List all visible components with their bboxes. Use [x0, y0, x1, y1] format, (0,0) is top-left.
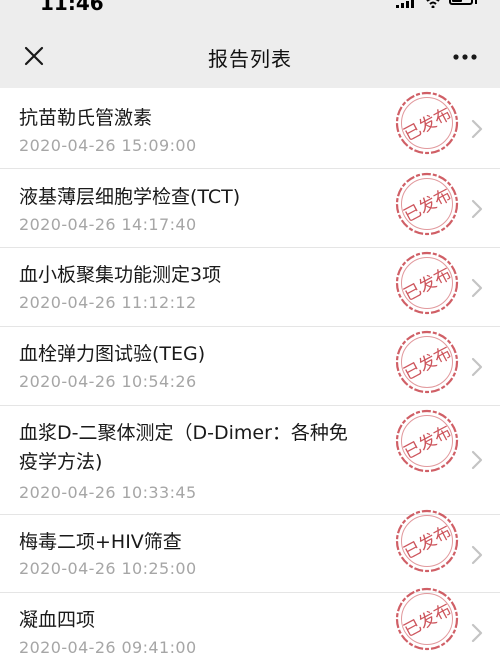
report-date: 2020-04-26 14:17:40 [19, 215, 197, 234]
list-item[interactable]: 液基薄层细胞学检查(TCT) 2020-04-26 14:17:40 已发布 [0, 169, 500, 248]
list-item[interactable]: 凝血四项 2020-04-26 09:41:00 已发布 [0, 593, 500, 671]
report-title-line2: 疫学方法) [19, 451, 103, 473]
published-stamp-icon: 已发布 [394, 408, 460, 474]
report-date: 2020-04-26 10:25:00 [19, 559, 197, 578]
report-title: 血栓弹力图试验(TEG) [19, 343, 206, 365]
list-item[interactable]: 血小板聚集功能测定3项 2020-04-26 11:12:12 已发布 [0, 248, 500, 327]
report-title: 血小板聚集功能测定3项 [19, 264, 222, 286]
battery-cap [475, 0, 477, 4]
report-date: 2020-04-26 15:09:00 [19, 136, 197, 155]
chevron-right-icon [470, 450, 484, 470]
list-item[interactable]: 血栓弹力图试验(TEG) 2020-04-26 10:54:26 已发布 [0, 327, 500, 406]
report-title: 液基薄层细胞学检查(TCT) [19, 186, 241, 208]
published-stamp-icon: 已发布 [394, 171, 460, 237]
published-stamp-icon: 已发布 [394, 329, 460, 395]
published-stamp-icon: 已发布 [394, 586, 460, 652]
report-title: 凝血四项 [19, 609, 96, 631]
status-bar: 11:46 [0, 0, 500, 14]
published-stamp-icon: 已发布 [394, 250, 460, 316]
report-date: 2020-04-26 10:33:45 [19, 483, 197, 502]
chevron-right-icon [470, 119, 484, 139]
chevron-right-icon [470, 623, 484, 643]
list-item[interactable]: 抗苗勒氏管激素 2020-04-26 15:09:00 已发布 [0, 88, 500, 169]
published-stamp-icon: 已发布 [394, 90, 460, 156]
report-title: 抗苗勒氏管激素 [19, 107, 153, 129]
report-title: 梅毒二项+HIV筛查 [19, 531, 182, 553]
report-title-line1: 血浆D-二聚体测定（D-Dimer：各种免 [19, 422, 348, 444]
chevron-right-icon [470, 357, 484, 377]
signal-icon [396, 0, 414, 8]
page-title: 报告列表 [208, 47, 292, 71]
battery-icon [449, 0, 473, 5]
wifi-icon [426, 0, 440, 8]
report-date: 2020-04-26 10:54:26 [19, 372, 197, 391]
chevron-right-icon [470, 545, 484, 565]
chevron-right-icon [470, 278, 484, 298]
list-item[interactable]: 梅毒二项+HIV筛查 2020-04-26 10:25:00 已发布 [0, 515, 500, 593]
report-date: 2020-04-26 11:12:12 [19, 293, 197, 312]
report-date: 2020-04-26 09:41:00 [19, 638, 197, 657]
more-button[interactable] [444, 41, 488, 71]
nav-bar: 报告列表 [0, 14, 500, 88]
status-time: 11:46 [40, 0, 104, 14]
chevron-right-icon [470, 199, 484, 219]
more-icon [453, 54, 477, 60]
list-item[interactable]: 血浆D-二聚体测定（D-Dimer：各种免 疫学方法) 2020-04-26 1… [0, 406, 500, 515]
published-stamp-icon: 已发布 [394, 508, 460, 574]
